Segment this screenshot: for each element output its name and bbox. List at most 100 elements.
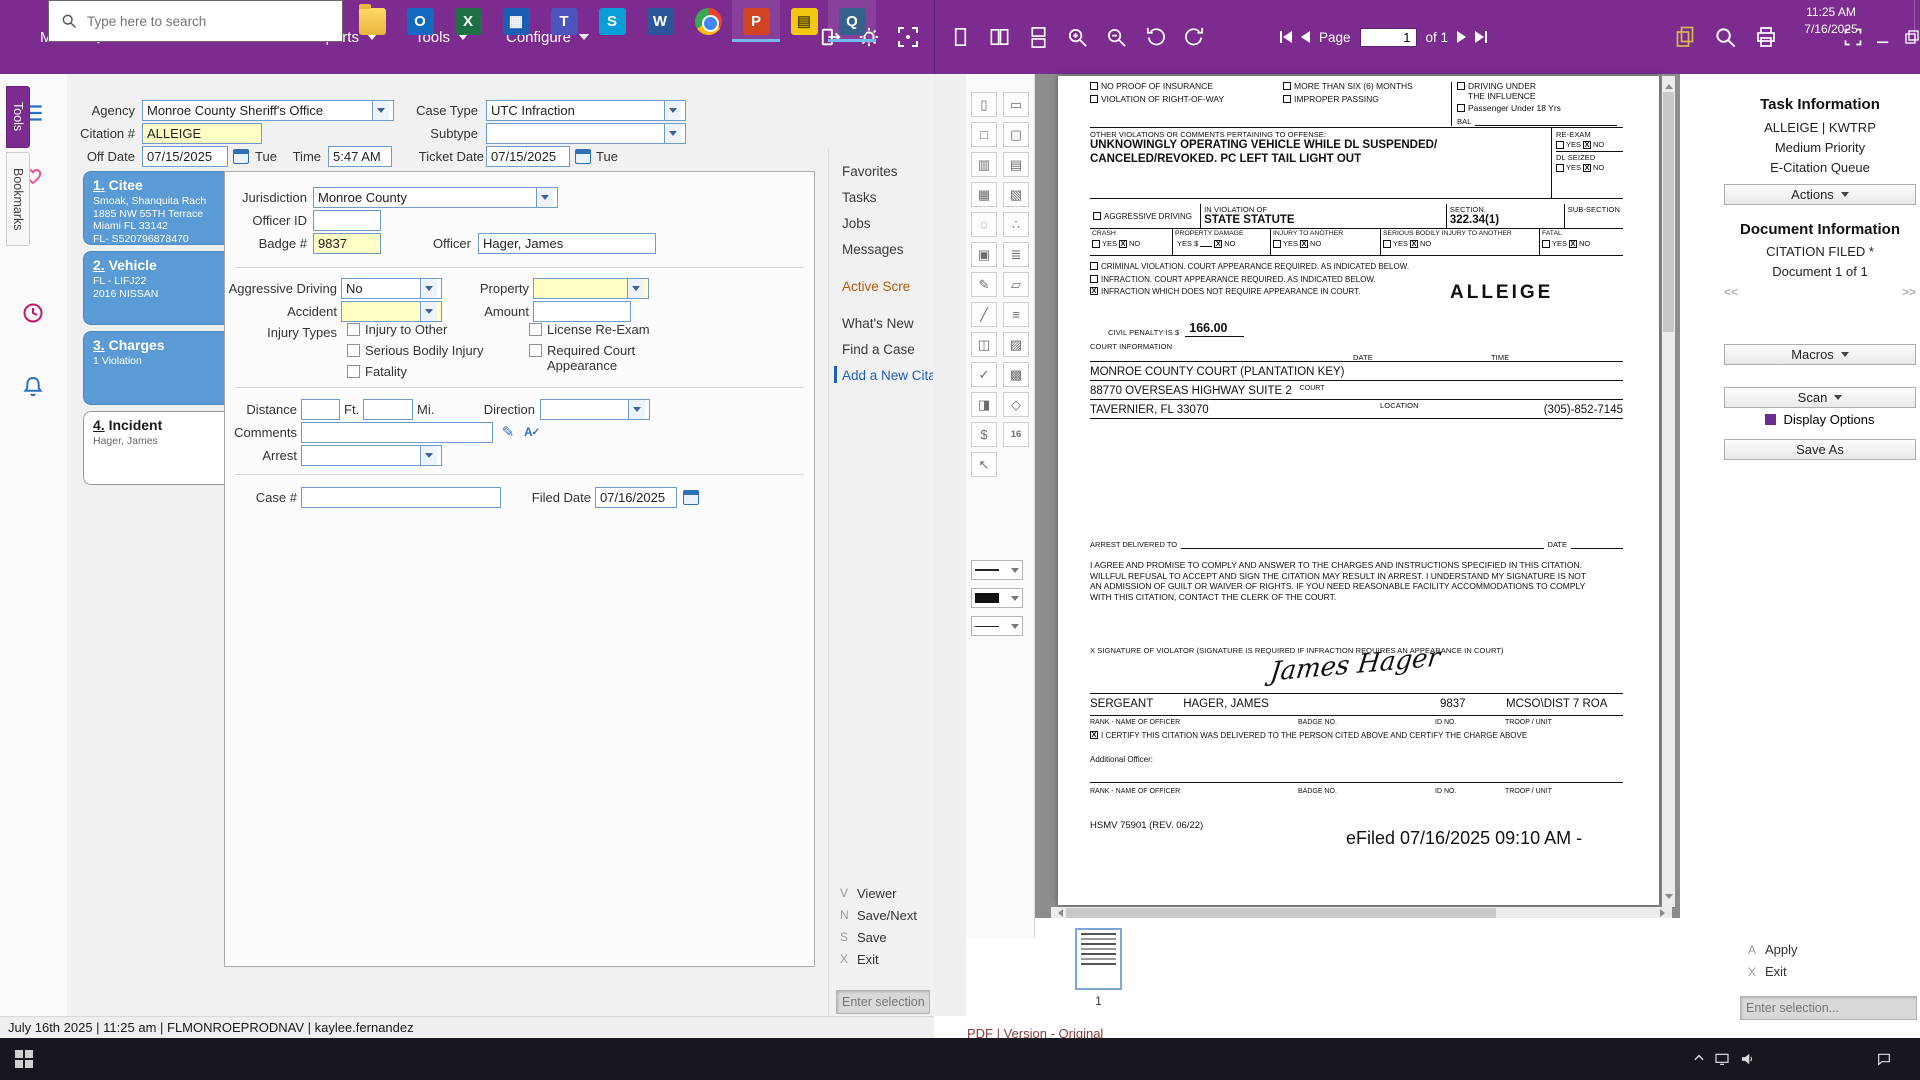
distance-ft-input[interactable] bbox=[301, 399, 340, 420]
selection-input[interactable] bbox=[836, 990, 930, 1014]
calendar-icon[interactable] bbox=[683, 490, 699, 505]
checkbox-box[interactable] bbox=[347, 344, 360, 357]
search-icon[interactable] bbox=[1714, 26, 1737, 49]
notifications-bell-icon[interactable] bbox=[20, 374, 46, 400]
chevron-down-icon[interactable] bbox=[628, 400, 645, 419]
bookmarks-side-tab[interactable]: Bookmarks bbox=[6, 152, 30, 246]
presentation-mode-icon[interactable] bbox=[896, 25, 920, 49]
apply-command[interactable]: A Apply bbox=[1748, 942, 1798, 957]
macros-button[interactable]: Macros bbox=[1724, 344, 1916, 365]
split-page-tool[interactable]: ◫ bbox=[971, 332, 997, 357]
form-checkbox[interactable]: License Re-Exam bbox=[529, 322, 650, 337]
calendar-icon[interactable] bbox=[575, 149, 591, 164]
text-block-tool[interactable]: ≣ bbox=[1003, 242, 1029, 267]
tray-chevron-up-icon[interactable] bbox=[1692, 1051, 1706, 1065]
page-number-input[interactable] bbox=[1360, 28, 1417, 47]
chevron-down-icon[interactable] bbox=[536, 188, 553, 207]
records-app-icon[interactable]: P bbox=[732, 0, 780, 42]
command-shortcut[interactable]: V Viewer bbox=[840, 882, 917, 904]
excel-icon[interactable]: X bbox=[444, 0, 492, 42]
checkbox-box[interactable] bbox=[529, 323, 542, 336]
pencil-tool[interactable]: ✎ bbox=[971, 272, 997, 297]
spell-check-icon[interactable]: A✓ bbox=[523, 423, 541, 441]
viewer-selection-input[interactable] bbox=[1740, 996, 1917, 1020]
form-checkbox[interactable]: Required Court Appearance bbox=[529, 343, 650, 373]
nav-link[interactable]: Add a New Citati bbox=[833, 362, 933, 388]
document-canvas[interactable]: NO PROOF OF INSURANCE VIOLATION OF RIGHT… bbox=[1035, 74, 1680, 918]
word-icon[interactable]: W bbox=[636, 0, 684, 42]
diamond-tool[interactable]: ◇ bbox=[1003, 392, 1029, 417]
chevron-down-icon[interactable] bbox=[664, 101, 681, 120]
first-page-button[interactable] bbox=[1280, 31, 1292, 43]
checkbox-box[interactable] bbox=[347, 323, 360, 336]
nav-link[interactable]: Favorites bbox=[833, 158, 933, 184]
lined-stamp-tool[interactable]: ▥ bbox=[971, 152, 997, 177]
approve-stamp-tool[interactable]: ✓ bbox=[971, 362, 997, 387]
start-button[interactable] bbox=[0, 1038, 48, 1080]
show-desktop-button[interactable] bbox=[1914, 0, 1920, 42]
jurisdiction-select[interactable]: Monroe County bbox=[313, 187, 558, 208]
pointer-tool[interactable]: ↖ bbox=[971, 452, 997, 477]
command-shortcut[interactable]: N Save/Next bbox=[840, 904, 917, 926]
case-section-tab[interactable]: 2. Vehicle FL - LIFJ22 2016 NISSAN bbox=[83, 251, 225, 325]
file-explorer-icon[interactable] bbox=[348, 0, 396, 42]
hatch-stamp-tool[interactable]: ▧ bbox=[1003, 182, 1029, 207]
checkbox-box[interactable] bbox=[347, 365, 360, 378]
facing-pages-view-icon[interactable] bbox=[988, 26, 1011, 49]
subtype-select[interactable] bbox=[486, 123, 686, 144]
citation-number-input[interactable]: ALLEIGE bbox=[142, 123, 262, 144]
command-shortcut[interactable]: X Exit bbox=[840, 948, 917, 970]
chevron-down-icon[interactable] bbox=[372, 101, 389, 120]
officer-name-input[interactable]: Hager, James bbox=[478, 233, 656, 254]
tray-clock[interactable]: 11:25 AM 7/16/2025 bbox=[1792, 4, 1870, 38]
teams-icon[interactable]: T bbox=[540, 0, 588, 42]
scrollbar-thumb[interactable] bbox=[1663, 92, 1674, 332]
property-select[interactable] bbox=[533, 278, 649, 299]
comments-input[interactable] bbox=[301, 422, 493, 443]
fill-color-select[interactable] bbox=[971, 588, 1023, 608]
actions-button[interactable]: Actions bbox=[1724, 184, 1916, 205]
case-section-tab[interactable]: 4. Incident Hager, James bbox=[83, 411, 225, 485]
notes-app-icon[interactable]: ▤ bbox=[780, 0, 828, 42]
rounded-rectangle-tool[interactable]: ▢ bbox=[1003, 122, 1029, 147]
vertical-scrollbar[interactable] bbox=[1662, 76, 1675, 907]
save-as-button[interactable]: Save As bbox=[1724, 439, 1916, 460]
ellipse-tool[interactable]: ◌ bbox=[971, 212, 997, 237]
chrome-icon[interactable] bbox=[684, 0, 732, 42]
case-number-input[interactable] bbox=[301, 487, 501, 508]
checkbox-box[interactable] bbox=[529, 344, 542, 357]
outlook-icon[interactable]: O bbox=[396, 0, 444, 42]
last-page-button[interactable] bbox=[1475, 31, 1487, 43]
next-page-button[interactable] bbox=[1457, 31, 1466, 43]
nav-link[interactable]: Find a Case bbox=[833, 336, 933, 362]
chevron-down-icon[interactable] bbox=[420, 302, 437, 321]
form-checkbox[interactable]: Serious Bodily Injury bbox=[347, 343, 484, 358]
form-stamp-tool[interactable]: ▤ bbox=[1003, 152, 1029, 177]
tray-display-icon[interactable] bbox=[1714, 1051, 1730, 1067]
form-checkbox[interactable]: Fatality bbox=[347, 364, 484, 379]
single-page-view-icon[interactable] bbox=[949, 26, 972, 49]
scroll-right-arrow[interactable] bbox=[1660, 909, 1669, 917]
action-center-icon[interactable] bbox=[1876, 1051, 1892, 1067]
rectangle-annotation-tool[interactable]: □ bbox=[971, 122, 997, 147]
duplicate-pages-icon[interactable] bbox=[1673, 25, 1697, 49]
case-section-tab[interactable]: 1. Citee Smoak, Shanquita Rach 1885 NW 5… bbox=[83, 171, 225, 245]
exit-command[interactable]: X Exit bbox=[1748, 964, 1787, 979]
crosshatch-tool[interactable]: ▨ bbox=[1003, 332, 1029, 357]
accident-select[interactable] bbox=[341, 301, 442, 322]
freehand-tool[interactable]: ≡ bbox=[1003, 302, 1029, 327]
officer-id-input[interactable] bbox=[313, 210, 381, 231]
minimize-window-icon[interactable] bbox=[1874, 28, 1892, 46]
nav-link[interactable]: Tasks bbox=[833, 184, 933, 210]
taskbar-search-input[interactable] bbox=[87, 14, 317, 29]
arrest-select[interactable] bbox=[301, 445, 442, 466]
case-type-select[interactable]: UTC Infraction bbox=[486, 100, 686, 121]
chevron-down-icon[interactable] bbox=[664, 124, 681, 143]
currency-stamp-tool[interactable]: $ bbox=[971, 422, 997, 447]
command-shortcut[interactable]: S Save bbox=[840, 926, 917, 948]
rotate-right-icon[interactable] bbox=[1183, 26, 1206, 49]
filled-stamp-tool[interactable]: ▣ bbox=[971, 242, 997, 267]
distance-mi-input[interactable] bbox=[363, 399, 413, 420]
grid-stamp-tool[interactable]: ▦ bbox=[971, 182, 997, 207]
dots-tool[interactable]: ∴ bbox=[1003, 212, 1029, 237]
